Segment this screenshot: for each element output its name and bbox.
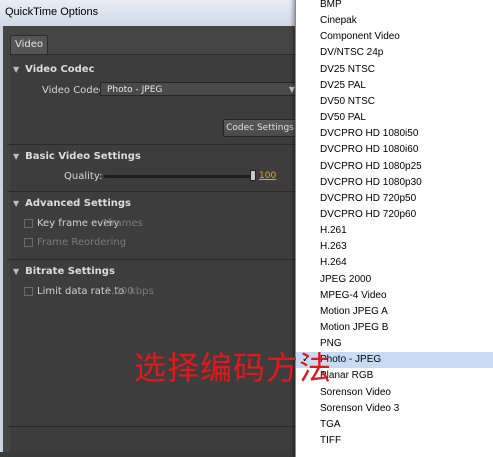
video-codec-label: Video Codec: bbox=[42, 85, 108, 96]
codec-option-label: DV50 PAL bbox=[320, 112, 366, 124]
codec-option-label: DV/NTSC 24p bbox=[320, 47, 384, 59]
codec-option[interactable]: DVCPRO HD 1080i50 bbox=[296, 126, 493, 142]
codec-option[interactable]: JPEG 2000 bbox=[296, 272, 493, 288]
codec-option[interactable]: DV25 NTSC bbox=[296, 62, 493, 78]
bitrate-section[interactable]: ▼ Bitrate Settings bbox=[13, 266, 115, 277]
frame-reordering-label: Frame Reordering bbox=[37, 237, 127, 248]
codec-option-label: Motion JPEG B bbox=[320, 322, 389, 333]
divider bbox=[7, 191, 307, 192]
codec-option-label: DVCPRO HD 720p50 bbox=[320, 192, 417, 204]
divider bbox=[7, 426, 307, 427]
codec-option-label: Cinepak bbox=[320, 15, 357, 27]
codec-option[interactable]: DV50 PAL bbox=[296, 110, 493, 126]
keyframe-checkbox[interactable] bbox=[24, 219, 33, 228]
quality-slider-track[interactable] bbox=[104, 175, 256, 178]
advanced-section[interactable]: ▼ Advanced Settings bbox=[13, 198, 131, 209]
codec-option[interactable]: Sorenson Video 3 bbox=[296, 401, 493, 417]
codec-option[interactable]: DVCPRO HD 1080p25 bbox=[296, 159, 493, 175]
annotation-text: 选择编码方法 bbox=[134, 349, 333, 387]
video-codec-select[interactable]: Photo - JPEG ▼ bbox=[100, 82, 300, 96]
codec-option-label: MPEG-4 Video bbox=[320, 289, 387, 301]
codec-option[interactable]: TGA bbox=[296, 417, 493, 433]
tab-content bbox=[10, 54, 310, 453]
codec-option[interactable]: Cinepak bbox=[296, 13, 493, 29]
basic-video-section[interactable]: ▼ Basic Video Settings bbox=[13, 151, 141, 162]
codec-option-label: TIFF bbox=[320, 435, 342, 447]
codec-option-label: DV25 PAL bbox=[320, 79, 366, 91]
codec-option[interactable]: DVCPRO HD 720p50 bbox=[296, 191, 493, 207]
codec-settings-button[interactable]: Codec Settings bbox=[223, 119, 297, 137]
quality-label: Quality: bbox=[64, 171, 103, 182]
codec-option[interactable]: DVCPRO HD 1080i60 bbox=[296, 142, 493, 158]
codec-option-label: TGA bbox=[320, 418, 341, 430]
video-codec-value: Photo - JPEG bbox=[107, 85, 163, 95]
collapse-triangle-icon[interactable]: ▼ bbox=[13, 199, 19, 208]
codec-option-label: DVCPRO HD 720p60 bbox=[320, 208, 417, 220]
collapse-triangle-icon[interactable]: ▼ bbox=[13, 152, 19, 161]
codec-option[interactable]: MPEG-4 Video bbox=[296, 288, 493, 304]
codec-option-label: Component Video bbox=[320, 31, 400, 43]
tab-video[interactable]: Video bbox=[10, 35, 48, 54]
bitrate-heading: Bitrate Settings bbox=[25, 266, 115, 277]
codec-option-label: H.263 bbox=[320, 241, 347, 253]
codec-option-label: BMP bbox=[320, 0, 342, 10]
codec-option[interactable]: BMP bbox=[296, 0, 493, 13]
collapse-triangle-icon[interactable]: ▼ bbox=[13, 65, 19, 74]
codec-option[interactable]: DVCPRO HD 1080p30 bbox=[296, 175, 493, 191]
codec-option[interactable]: H.263 bbox=[296, 239, 493, 255]
video-codec-heading: Video Codec bbox=[25, 64, 95, 75]
codec-option[interactable]: Motion JPEG A bbox=[296, 304, 493, 320]
codec-option-label: H.264 bbox=[320, 257, 347, 269]
codec-option[interactable]: Motion JPEG B bbox=[296, 320, 493, 336]
codec-option-label: Motion JPEG A bbox=[320, 305, 388, 317]
quality-value[interactable]: 100 bbox=[259, 171, 276, 181]
keyframe-unit: frames bbox=[108, 218, 143, 229]
window-title: QuickTime Options bbox=[5, 6, 99, 18]
codec-option-label: JPEG 2000 bbox=[320, 273, 372, 285]
divider bbox=[7, 259, 307, 260]
codec-option[interactable]: DV/NTSC 24p bbox=[296, 45, 493, 61]
codec-option[interactable]: DV50 NTSC bbox=[296, 94, 493, 110]
codec-option-label: Sorenson Video 3 bbox=[320, 402, 400, 414]
quality-slider-thumb[interactable] bbox=[250, 170, 256, 181]
frame-reordering-checkbox[interactable] bbox=[24, 238, 33, 247]
codec-option-label: DV50 NTSC bbox=[320, 95, 376, 107]
codec-option-label: H.261 bbox=[320, 225, 347, 237]
codec-option-label: DVCPRO HD 1080p25 bbox=[320, 160, 422, 172]
codec-option[interactable]: Component Video bbox=[296, 29, 493, 45]
divider bbox=[7, 144, 307, 145]
video-codec-section[interactable]: ▼ Video Codec bbox=[13, 64, 95, 75]
codec-option-label: DVCPRO HD 1080i50 bbox=[320, 128, 419, 140]
codec-option[interactable]: H.261 bbox=[296, 223, 493, 239]
codec-option-label: DVCPRO HD 1080p30 bbox=[320, 176, 422, 188]
collapse-triangle-icon[interactable]: ▼ bbox=[13, 267, 19, 276]
advanced-heading: Advanced Settings bbox=[25, 198, 131, 209]
codec-option-label: DV25 NTSC bbox=[320, 63, 376, 75]
codec-option[interactable]: DVCPRO HD 720p60 bbox=[296, 207, 493, 223]
limit-data-rate-unit: kbps bbox=[130, 286, 154, 297]
codec-option[interactable]: H.264 bbox=[296, 255, 493, 271]
codec-option[interactable]: TIFF bbox=[296, 433, 493, 449]
basic-video-heading: Basic Video Settings bbox=[25, 151, 141, 162]
limit-data-rate-checkbox[interactable] bbox=[24, 287, 33, 296]
codec-option[interactable]: DV25 PAL bbox=[296, 78, 493, 94]
codec-option-label: DVCPRO HD 1080i60 bbox=[320, 144, 419, 156]
